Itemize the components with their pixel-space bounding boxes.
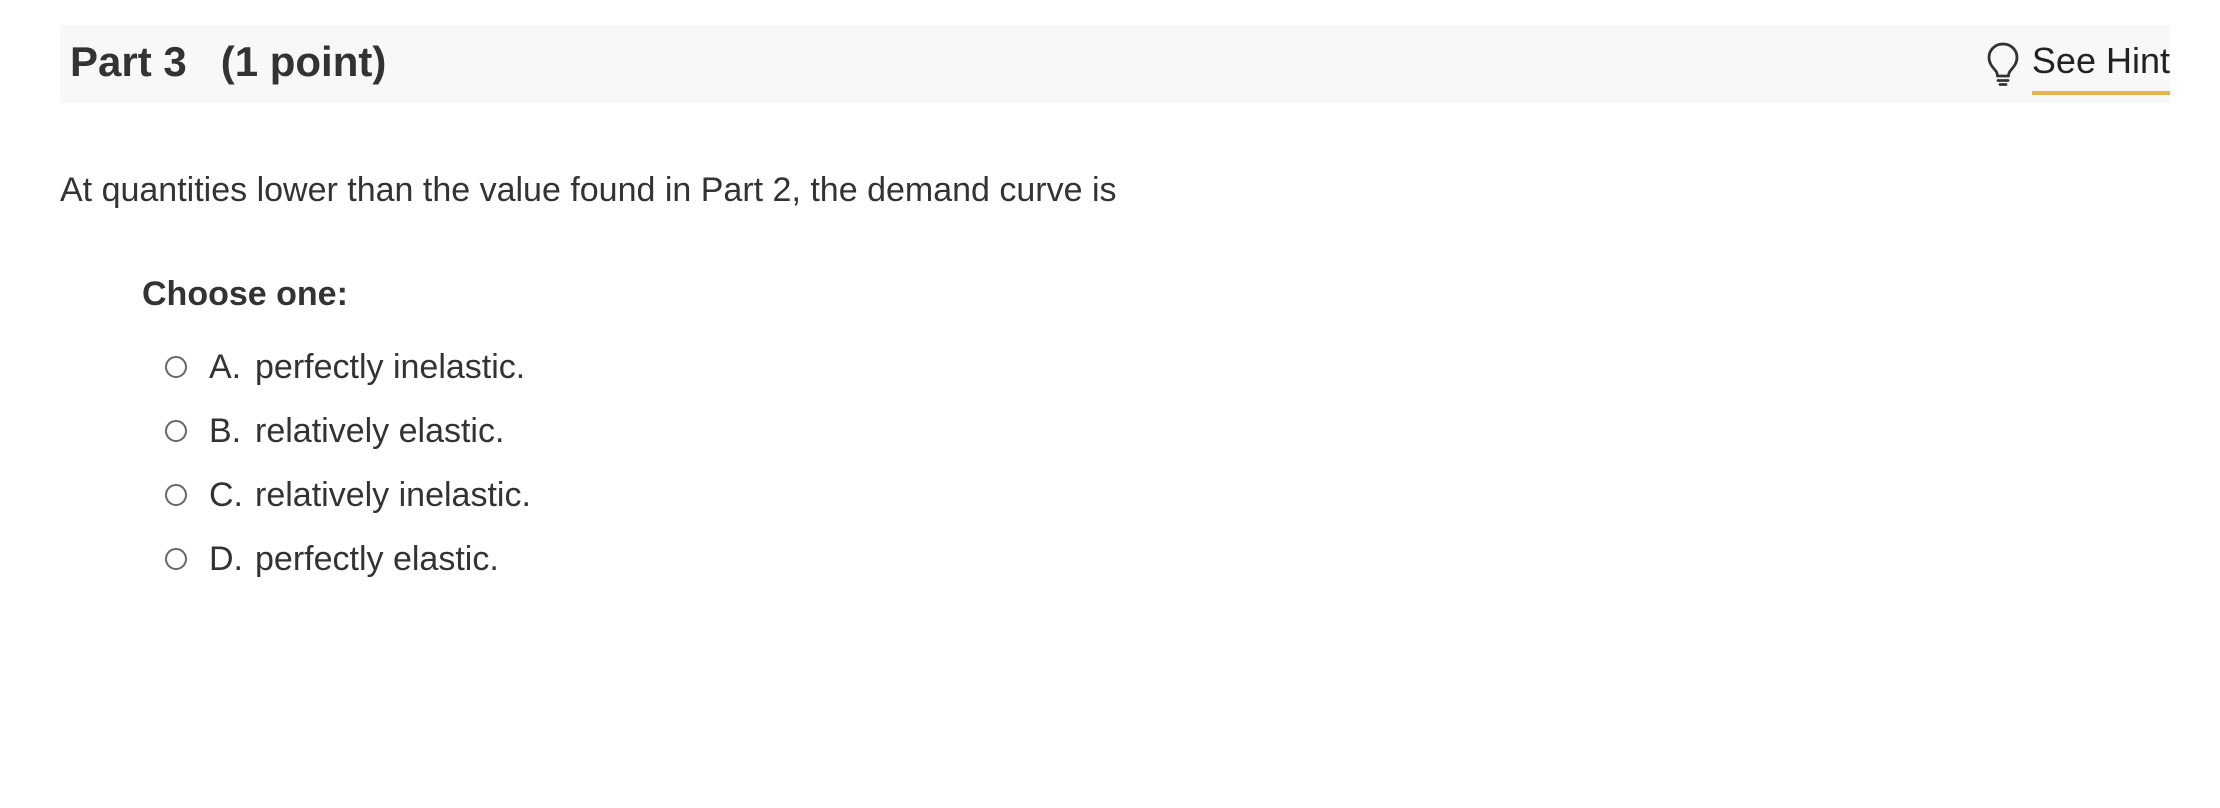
part-title: Part 3 (1 point) [70,41,386,83]
option-d[interactable]: D. perfectly elastic. [165,527,531,591]
option-text[interactable]: perfectly inelastic. [255,350,525,384]
radio-button[interactable] [165,484,187,506]
option-letter: A. [209,348,242,386]
option-b[interactable]: B. relatively elastic. [165,399,531,463]
part-header: Part 3 (1 point) See Hint [60,25,2170,103]
see-hint-label[interactable]: See Hint [2031,37,2170,95]
option-text[interactable]: relatively inelastic. [255,478,531,512]
see-hint-button[interactable]: See Hint [1986,37,2170,95]
option-c[interactable]: C. relatively inelastic. [165,463,531,527]
choose-one-label: Choose one: [142,275,348,313]
option-letter: B. [209,412,242,450]
option-a[interactable]: A. perfectly inelastic. [165,335,531,399]
lightbulb-icon [1987,42,2019,86]
radio-button[interactable] [165,420,187,442]
option-letter: D. [209,540,243,578]
question-text: At quantities lower than the value found… [60,171,1117,209]
radio-button[interactable] [165,356,187,378]
option-text[interactable]: perfectly elastic. [255,542,499,576]
option-text[interactable]: relatively elastic. [255,414,504,448]
radio-button[interactable] [165,548,187,570]
answer-options: A. perfectly inelastic. B. relatively el… [165,335,531,591]
option-letter: C. [209,476,243,514]
part-points: (1 point) [220,38,387,85]
part-number: Part 3 [70,38,187,85]
